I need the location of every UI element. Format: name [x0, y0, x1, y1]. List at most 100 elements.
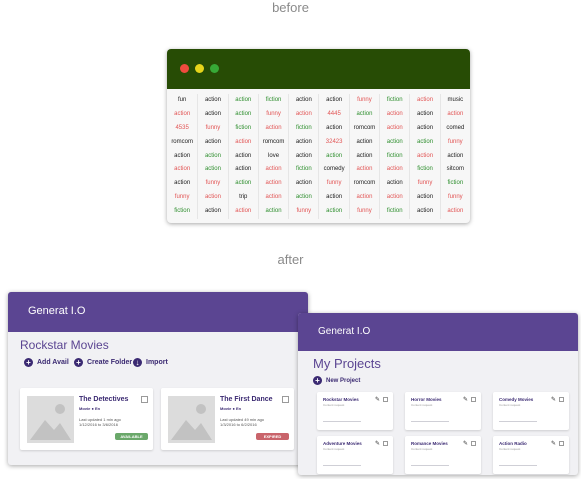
grid-cell[interactable]: fiction: [409, 163, 439, 178]
grid-cell[interactable]: action: [288, 149, 318, 164]
grid-cell[interactable]: comed: [439, 121, 470, 136]
grid-cell[interactable]: trip: [227, 191, 258, 206]
edit-icon[interactable]: ✎: [551, 440, 556, 447]
grid-cell[interactable]: action: [439, 205, 470, 219]
grid-cell[interactable]: action: [197, 149, 227, 164]
grid-cell[interactable]: action: [318, 149, 348, 164]
grid-cell[interactable]: action: [439, 107, 470, 122]
project-card[interactable]: Comedy Movies ✎ Content request: [493, 392, 569, 430]
grid-cell[interactable]: action: [348, 163, 379, 178]
grid-cell[interactable]: action: [167, 163, 197, 177]
project-checkbox[interactable]: [559, 441, 564, 446]
project-checkbox[interactable]: [471, 397, 476, 402]
minimize-dot-icon[interactable]: [195, 64, 204, 73]
grid-cell[interactable]: action: [197, 135, 227, 150]
grid-cell[interactable]: fun: [167, 94, 197, 108]
grid-cell[interactable]: action: [167, 177, 197, 191]
grid-cell[interactable]: 4445: [318, 107, 348, 122]
grid-cell[interactable]: action: [288, 135, 318, 150]
grid-cell[interactable]: funny: [348, 94, 379, 108]
grid-cell[interactable]: action: [227, 205, 258, 219]
grid-cell[interactable]: comedy: [318, 163, 348, 178]
grid-cell[interactable]: action: [409, 191, 439, 206]
grid-cell[interactable]: action: [318, 205, 348, 219]
grid-cell[interactable]: action: [409, 205, 439, 219]
project-card[interactable]: Rockstar Movies ✎ Content request: [317, 392, 393, 430]
card-checkbox[interactable]: [141, 396, 148, 403]
grid-cell[interactable]: romcom: [348, 121, 379, 136]
grid-cell[interactable]: action: [227, 149, 258, 164]
grid-cell[interactable]: funny: [288, 205, 318, 219]
grid-cell[interactable]: action: [197, 107, 227, 122]
grid-cell[interactable]: action: [288, 191, 318, 206]
grid-cell[interactable]: funny: [257, 107, 288, 122]
grid-cell[interactable]: music: [439, 94, 470, 108]
grid-cell[interactable]: action: [318, 191, 348, 206]
grid-cell[interactable]: action: [227, 163, 258, 178]
import-button[interactable]: ↓ Import: [133, 358, 168, 367]
grid-cell[interactable]: fiction: [439, 177, 470, 192]
grid-cell[interactable]: fiction: [167, 205, 197, 219]
grid-cell[interactable]: action: [257, 177, 288, 192]
grid-cell[interactable]: romcom: [257, 135, 288, 150]
project-card[interactable]: Horror Movies ✎ Content request: [405, 392, 481, 430]
grid-cell[interactable]: funny: [439, 135, 470, 150]
grid-cell[interactable]: action: [348, 191, 379, 206]
create-folder-button[interactable]: + Create Folder: [74, 358, 132, 367]
grid-cell[interactable]: action: [227, 107, 258, 122]
grid-cell[interactable]: action: [227, 94, 258, 108]
project-checkbox[interactable]: [559, 397, 564, 402]
grid-cell[interactable]: action: [257, 205, 288, 219]
edit-icon[interactable]: ✎: [375, 440, 380, 447]
grid-cell[interactable]: 32423: [318, 135, 348, 150]
close-dot-icon[interactable]: [180, 64, 189, 73]
grid-cell[interactable]: action: [318, 94, 348, 108]
grid-cell[interactable]: action: [379, 191, 409, 206]
grid-cell[interactable]: fiction: [379, 205, 409, 219]
grid-cell[interactable]: action: [348, 135, 379, 150]
grid-cell[interactable]: action: [409, 135, 439, 150]
avail-card[interactable]: The First Dance Movie ● En Last updated …: [161, 388, 294, 450]
grid-cell[interactable]: fiction: [227, 121, 258, 136]
grid-cell[interactable]: funny: [318, 177, 348, 192]
grid-cell[interactable]: action: [409, 149, 439, 164]
grid-cell[interactable]: funny: [167, 191, 197, 205]
maximize-dot-icon[interactable]: [210, 64, 219, 73]
grid-cell[interactable]: action: [257, 191, 288, 206]
grid-cell[interactable]: funny: [409, 177, 439, 192]
project-card[interactable]: Romance Movies ✎ Content request: [405, 436, 481, 474]
grid-cell[interactable]: 4535: [167, 122, 197, 136]
grid-cell[interactable]: action: [379, 135, 409, 150]
grid-cell[interactable]: fiction: [288, 163, 318, 178]
grid-cell[interactable]: action: [288, 107, 318, 122]
grid-cell[interactable]: action: [379, 177, 409, 192]
grid-cell[interactable]: action: [197, 163, 227, 178]
grid-cell[interactable]: action: [348, 107, 379, 122]
grid-cell[interactable]: action: [167, 150, 197, 164]
grid-cell[interactable]: action: [197, 94, 227, 108]
grid-cell[interactable]: action: [409, 121, 439, 136]
grid-cell[interactable]: action: [227, 135, 258, 150]
new-project-button[interactable]: + New Project: [313, 376, 360, 385]
project-checkbox[interactable]: [383, 441, 388, 446]
card-checkbox[interactable]: [282, 396, 289, 403]
grid-cell[interactable]: action: [379, 107, 409, 122]
grid-cell[interactable]: funny: [197, 121, 227, 136]
grid-cell[interactable]: funny: [197, 177, 227, 192]
grid-cell[interactable]: action: [167, 108, 197, 122]
grid-cell[interactable]: action: [257, 121, 288, 136]
grid-cell[interactable]: romcom: [348, 177, 379, 192]
grid-cell[interactable]: fiction: [257, 94, 288, 108]
project-checkbox[interactable]: [471, 441, 476, 446]
edit-icon[interactable]: ✎: [375, 396, 380, 403]
grid-cell[interactable]: action: [348, 149, 379, 164]
avail-card[interactable]: The Detectives Movie ● En Last updated 1…: [20, 388, 153, 450]
grid-cell[interactable]: action: [318, 121, 348, 136]
project-card[interactable]: Adventure Movies ✎ Content request: [317, 436, 393, 474]
grid-cell[interactable]: action: [227, 177, 258, 192]
grid-cell[interactable]: action: [197, 205, 227, 219]
grid-cell[interactable]: action: [439, 149, 470, 164]
grid-cell[interactable]: love: [257, 149, 288, 164]
add-avail-button[interactable]: + Add Avail: [24, 358, 69, 367]
grid-cell[interactable]: funny: [439, 191, 470, 206]
